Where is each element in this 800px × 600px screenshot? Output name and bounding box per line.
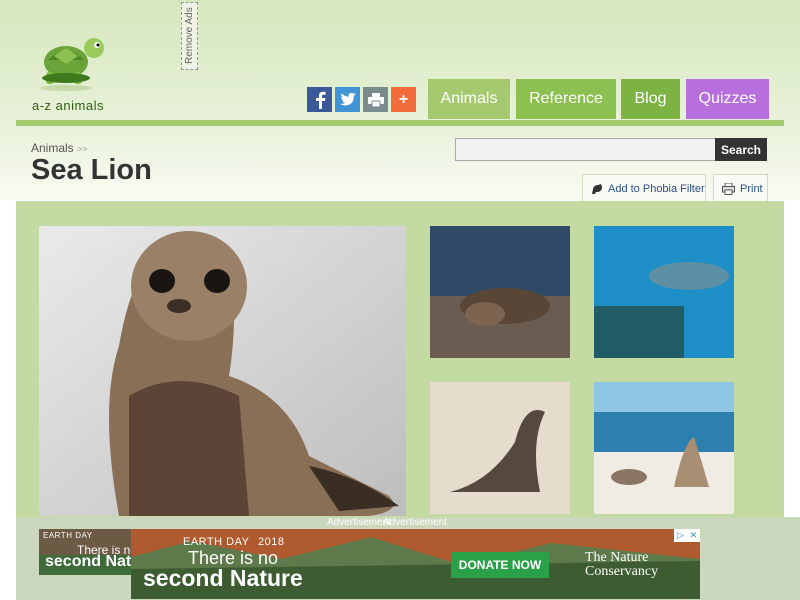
search-button[interactable]: Search xyxy=(715,138,767,161)
twitter-icon xyxy=(339,92,356,106)
adchoices-icon[interactable]: ▷ ✕ xyxy=(674,529,700,542)
sea-lion-thumb-underwater[interactable] xyxy=(594,226,734,358)
print-share-button[interactable] xyxy=(363,87,388,112)
print-icon xyxy=(367,92,384,107)
mini-ad-line2: second Nat xyxy=(45,553,132,570)
adchoices-play-icon: ▷ xyxy=(676,530,684,540)
logo-text[interactable]: a-z animals xyxy=(32,98,104,113)
add-to-phobia-filter-button[interactable]: Add to Phobia Filter xyxy=(582,174,706,203)
ad-headline-line2: second Nature xyxy=(143,565,303,591)
breadcrumb: Animals >> xyxy=(31,141,88,155)
remove-ads-link[interactable]: Remove Ads xyxy=(181,2,198,70)
ad-label: Advertisement xyxy=(327,517,391,528)
print-label: Print xyxy=(740,182,763,195)
facebook-share-button[interactable] xyxy=(307,87,332,112)
more-share-button[interactable]: + xyxy=(391,87,416,112)
donate-now-button[interactable]: DONATE NOW xyxy=(451,552,549,578)
search-input[interactable] xyxy=(455,138,716,161)
plus-icon: + xyxy=(398,90,409,108)
main-sea-lion-photo[interactable] xyxy=(39,226,406,516)
ad-label: Advertisement xyxy=(383,517,447,528)
turtle-logo-icon[interactable] xyxy=(30,34,110,94)
nav-tab-reference[interactable]: Reference xyxy=(516,79,616,119)
ad-eyebrow: EARTH DAY xyxy=(183,536,250,548)
printer-icon xyxy=(722,182,735,195)
sea-lion-thumb-beach[interactable] xyxy=(430,382,570,514)
print-button[interactable]: Print xyxy=(713,174,768,203)
close-icon[interactable]: ✕ xyxy=(690,530,698,541)
ad-year: 2018 xyxy=(258,536,285,548)
nav-divider xyxy=(16,120,784,126)
phobia-filter-icon xyxy=(592,183,602,194)
facebook-icon xyxy=(315,91,326,109)
brand-line2: Conservancy xyxy=(585,564,659,579)
nav-tab-animals[interactable]: Animals xyxy=(428,79,510,119)
twitter-share-button[interactable] xyxy=(335,87,360,112)
sea-lion-thumb-rock[interactable] xyxy=(430,226,570,358)
breadcrumb-separator: >> xyxy=(77,144,88,154)
nav-tab-blog[interactable]: Blog xyxy=(621,79,680,119)
phobia-filter-label: Add to Phobia Filter xyxy=(608,182,705,195)
small-ad-banner[interactable]: EARTH DAY There is no second Nat xyxy=(39,529,139,575)
page-title: Sea Lion xyxy=(31,154,152,186)
brand-line1: The Nature xyxy=(585,550,649,565)
breadcrumb-animals-link[interactable]: Animals xyxy=(31,141,74,155)
nature-conservancy-logo: The Nature Conservancy xyxy=(585,551,658,579)
mini-ad-eyebrow: EARTH DAY xyxy=(43,531,93,540)
nav-tab-quizzes[interactable]: Quizzes xyxy=(686,79,769,119)
sea-lion-thumb-shore[interactable] xyxy=(594,382,734,514)
